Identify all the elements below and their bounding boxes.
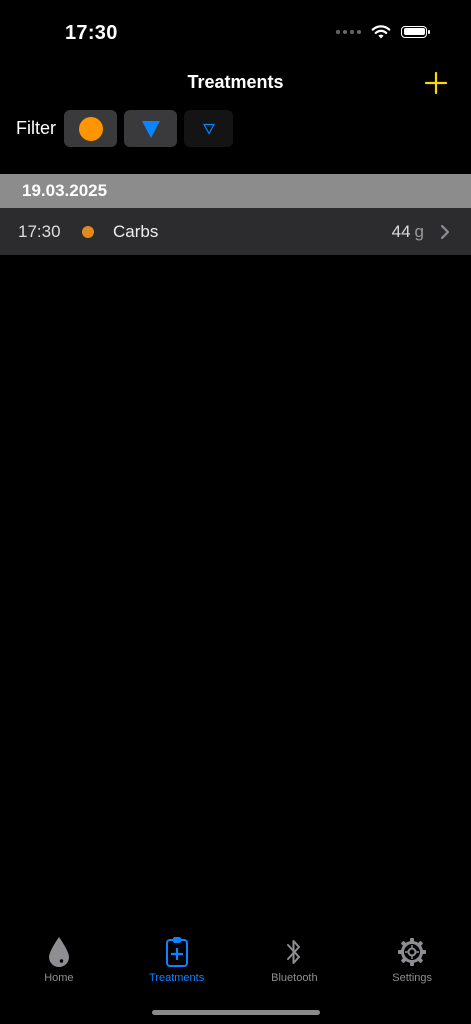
add-treatment-button[interactable]: [423, 70, 449, 96]
filter-label: Filter: [16, 118, 56, 138]
tab-bar: Home Treatments Bluetooth Settings: [0, 936, 471, 996]
plus-icon: [424, 71, 448, 95]
battery-icon: [401, 25, 430, 38]
cellular-signal-icon: [336, 29, 361, 34]
wifi-icon: [371, 25, 391, 39]
status-time: 17:30: [65, 22, 118, 44]
carbs-dot-icon: [82, 226, 94, 238]
treatment-type: Carbs: [113, 222, 159, 241]
tab-home[interactable]: Home: [0, 936, 118, 996]
drop-icon: [48, 937, 69, 967]
chevron-right-icon: [440, 224, 450, 240]
filter-carbs-button[interactable]: [64, 110, 117, 147]
bluetooth-icon: [287, 940, 301, 964]
section-date: 19.03.2025: [22, 181, 108, 200]
home-indicator: [152, 1010, 320, 1015]
status-icons: [336, 24, 430, 39]
tab-bluetooth-label: Bluetooth: [271, 972, 318, 984]
tab-bluetooth[interactable]: Bluetooth: [236, 936, 354, 996]
status-bar: 17:30: [0, 0, 471, 60]
filter-bolus-button[interactable]: [124, 110, 177, 147]
clipboard-plus-icon: [165, 937, 188, 967]
treatment-row[interactable]: 17:30 Carbs 44 g: [0, 208, 471, 255]
tab-treatments-label: Treatments: [149, 972, 205, 984]
tab-home-label: Home: [44, 972, 74, 984]
blue-triangle-outline-icon: [202, 123, 215, 135]
blue-triangle-filled-icon: [141, 120, 160, 138]
treatment-time: 17:30: [18, 222, 61, 241]
gear-icon: [398, 938, 427, 966]
page-title: Treatments: [187, 72, 284, 92]
tab-treatments[interactable]: Treatments: [118, 936, 236, 996]
tab-settings[interactable]: Settings: [353, 936, 471, 996]
orange-circle-icon: [78, 116, 103, 141]
treatment-amount: 44 g: [392, 222, 424, 242]
filter-row: Filter: [16, 110, 233, 147]
treatment-unit: g: [414, 222, 424, 241]
treatment-value: 44: [391, 222, 411, 241]
section-header-date: 19.03.2025: [0, 174, 471, 208]
tab-settings-label: Settings: [392, 972, 432, 984]
filter-basal-button[interactable]: [184, 110, 233, 147]
